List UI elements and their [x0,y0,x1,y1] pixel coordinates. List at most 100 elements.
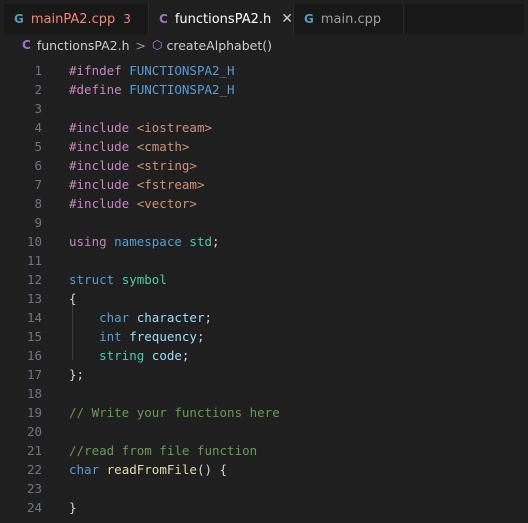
code-token: <iostream> [136,120,212,135]
code-line[interactable]: 13 { [4,289,524,308]
code-token: ; [196,329,205,344]
code-token: // Write your functions here [69,405,280,420]
code-line[interactable]: 14 char character; [4,308,524,327]
line-number: 18 [26,386,42,401]
code-token: FUNCTIONSPA2_H [129,63,235,78]
code-token: <cmath> [136,139,190,154]
line-number: 8 [34,196,42,211]
code-token: #include [69,158,137,173]
c-header-file-icon: C [22,38,31,52]
method-symbol-icon: ⬡ [152,38,163,52]
code-token: namespace [114,234,190,249]
code-line[interactable]: 21 //read from file function [4,441,524,460]
code-token: <string> [136,158,197,173]
line-number: 19 [26,405,42,420]
tab-label: main.cpp [320,11,382,27]
code-token: int [69,329,130,344]
problem-count-badge: 3 [123,12,131,26]
code-text: // Write your functions here [69,403,280,422]
code-token: #include [69,177,137,192]
code-token: symbol [121,272,167,287]
code-line[interactable]: 22 char readFromFile() { [4,460,524,479]
cpp-file-icon: G [14,12,24,26]
line-number: 21 [26,443,42,458]
code-line[interactable]: 8 #include <vector> [4,194,524,213]
code-line[interactable]: 18 [4,384,524,403]
editor-window: G mainPA2.cpp 3 C functionsPA2.h ✕ G mai… [4,4,524,519]
code-editor[interactable]: 1 #ifndef FUNCTIONSPA2_H 2 #define FUNCTION… [4,56,524,519]
code-line[interactable]: 10 using namespace std; [4,232,524,251]
tab-mainpa2-cpp[interactable]: G mainPA2.cpp 3 [4,4,149,34]
code-text: #include <vector> [69,194,197,213]
line-number: 6 [34,158,42,173]
line-number: 16 [26,348,42,363]
line-number: 17 [26,367,42,382]
code-text: #ifndef FUNCTIONSPA2_H [69,61,235,80]
code-token: character [136,310,205,325]
code-token: #include [69,196,137,211]
code-line[interactable]: 20 [4,422,524,441]
code-line[interactable]: 9 [4,213,524,232]
code-text: int frequency; [69,327,204,346]
code-token: { [69,291,77,306]
breadcrumb: C functionsPA2.h > ⬡ createAlphabet() [4,34,524,56]
code-text: string code; [69,346,189,365]
code-token: #include [69,139,137,154]
code-line[interactable]: 23 [4,479,524,498]
line-number: 4 [34,120,42,135]
breadcrumb-symbol[interactable]: createAlphabet() [167,38,273,53]
code-token: code [151,348,182,363]
code-line[interactable]: 12 struct symbol [4,270,524,289]
cpp-file-icon: G [304,12,314,26]
code-text: #include <cmath> [69,137,189,156]
code-token: FUNCTIONSPA2_H [129,82,235,97]
code-token: frequency [129,329,197,344]
code-text: //read from file function [69,441,257,460]
tab-bar: G mainPA2.cpp 3 C functionsPA2.h ✕ G mai… [4,4,524,34]
code-line[interactable]: 1 #ifndef FUNCTIONSPA2_H [4,61,524,80]
code-token: ; [181,348,190,363]
code-line[interactable]: 16 string code; [4,346,524,365]
code-text: #define FUNCTIONSPA2_H [69,80,235,99]
line-number: 3 [34,101,42,116]
code-line[interactable]: 15 int frequency; [4,327,524,346]
code-token: #include [69,120,137,135]
code-text: } [69,498,77,517]
code-text: #include <string> [69,156,197,175]
code-line[interactable]: 19 // Write your functions here [4,403,524,422]
code-text: char readFromFile() { [69,460,227,479]
code-token: #ifndef [69,63,130,78]
code-text: struct symbol [69,270,167,289]
code-text: #include <iostream> [69,118,212,137]
c-header-file-icon: C [159,12,168,26]
tab-functionspa2-h[interactable]: C functionsPA2.h ✕ [149,4,294,34]
code-line[interactable]: 4 #include <iostream> [4,118,524,137]
line-number: 22 [26,462,42,477]
code-token: }; [69,367,85,382]
code-line[interactable]: 24} [4,498,524,517]
code-line[interactable]: 17}; [4,365,524,384]
breadcrumb-file[interactable]: functionsPA2.h [37,38,130,53]
code-token: } [69,500,77,515]
tab-label: functionsPA2.h [174,11,272,27]
code-text: #include <fstream> [69,175,204,194]
tab-main-cpp[interactable]: G main.cpp [294,4,404,34]
code-line[interactable]: 3 [4,99,524,118]
code-token: <fstream> [136,177,205,192]
tab-label: mainPA2.cpp [30,11,116,27]
line-number: 23 [26,481,42,496]
code-token: struct [69,272,122,287]
code-token: #define [69,82,130,97]
code-line[interactable]: 7 #include <fstream> [4,175,524,194]
line-number: 15 [26,329,42,344]
code-line[interactable]: 11 [4,251,524,270]
code-text: { [69,289,77,308]
code-line[interactable]: 5 #include <cmath> [4,137,524,156]
line-number: 14 [26,310,42,325]
code-token: std [189,234,212,249]
code-token: using [69,234,115,249]
close-icon[interactable]: ✕ [281,11,293,27]
line-number: 7 [34,177,42,192]
code-line[interactable]: 6 #include <string> [4,156,524,175]
code-line[interactable]: 2 #define FUNCTIONSPA2_H [4,80,524,99]
